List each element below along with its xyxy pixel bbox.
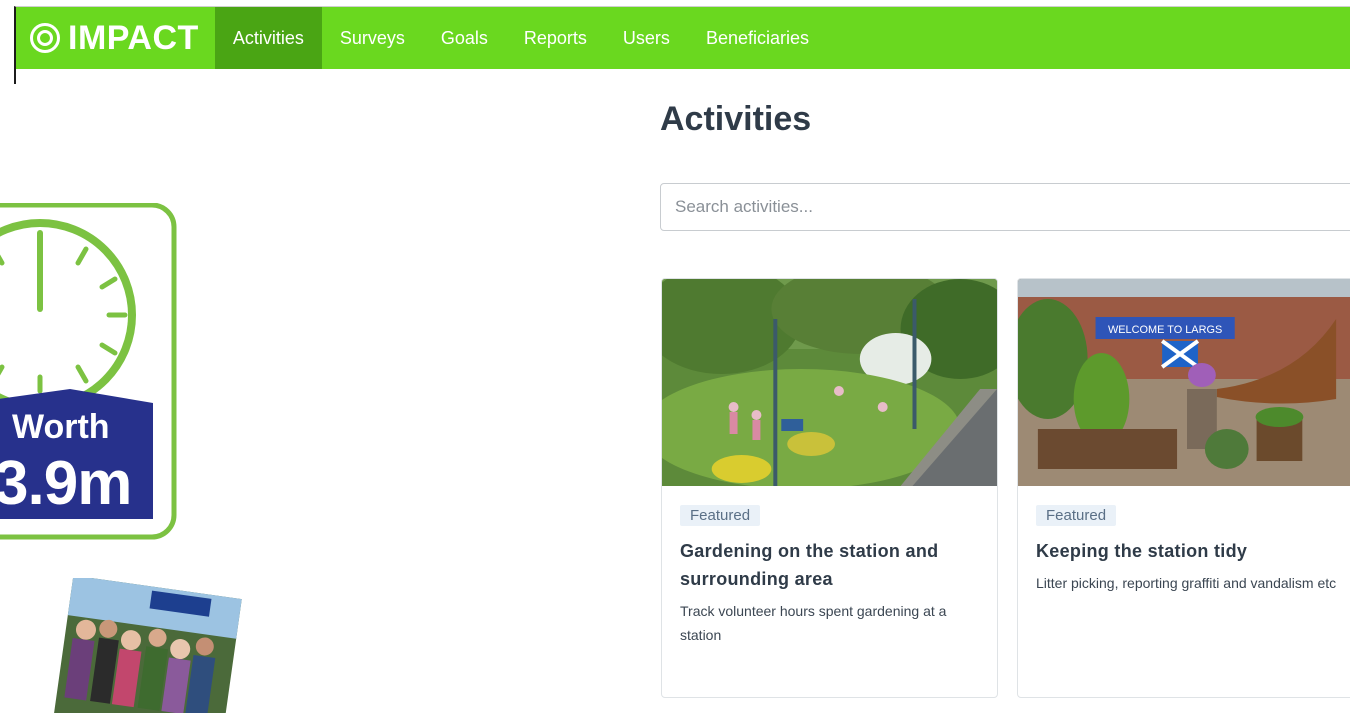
worth-label: Worth xyxy=(12,408,110,446)
featured-badge: Featured xyxy=(680,505,761,526)
impact-logo[interactable]: IMPACT xyxy=(16,7,215,69)
welcome-to-largs-photo: WELCOME TO LARGS xyxy=(1018,279,1350,486)
activity-card-gardening[interactable]: Featured Gardening on the station and su… xyxy=(661,278,998,698)
worth-value: 3.9m xyxy=(0,449,132,518)
card-description: Litter picking, reporting graffiti and v… xyxy=(1036,575,1337,591)
nav-users[interactable]: Users xyxy=(605,7,688,69)
nav-surveys[interactable]: Surveys xyxy=(322,7,423,69)
logo-ring-icon xyxy=(30,23,60,53)
brochure-image xyxy=(53,578,242,713)
nav-reports[interactable]: Reports xyxy=(506,7,605,69)
card-description: Track volunteer hours spent gardening at… xyxy=(680,603,947,643)
logo-text: IMPACT xyxy=(68,18,199,57)
top-navigation-bar: IMPACT Activities Surveys Goals Reports … xyxy=(16,7,1350,69)
search-activities-input[interactable] xyxy=(660,183,1350,231)
station-garden-photo xyxy=(662,279,997,486)
page-title: Activities xyxy=(660,100,812,138)
nav-goals[interactable]: Goals xyxy=(423,7,506,69)
card-title: Keeping the station tidy xyxy=(1036,541,1248,561)
nav-beneficiaries[interactable]: Beneficiaries xyxy=(688,7,827,69)
nav-activities[interactable]: Activities xyxy=(214,7,322,69)
welcome-sign-text: WELCOME TO LARGS xyxy=(1108,324,1222,336)
activity-card-tidy[interactable]: WELCOME TO LARGS Featured Keeping the st… xyxy=(1017,278,1350,698)
featured-badge: Featured xyxy=(1036,505,1117,526)
card-title: Gardening on the station and surrounding… xyxy=(680,541,939,589)
